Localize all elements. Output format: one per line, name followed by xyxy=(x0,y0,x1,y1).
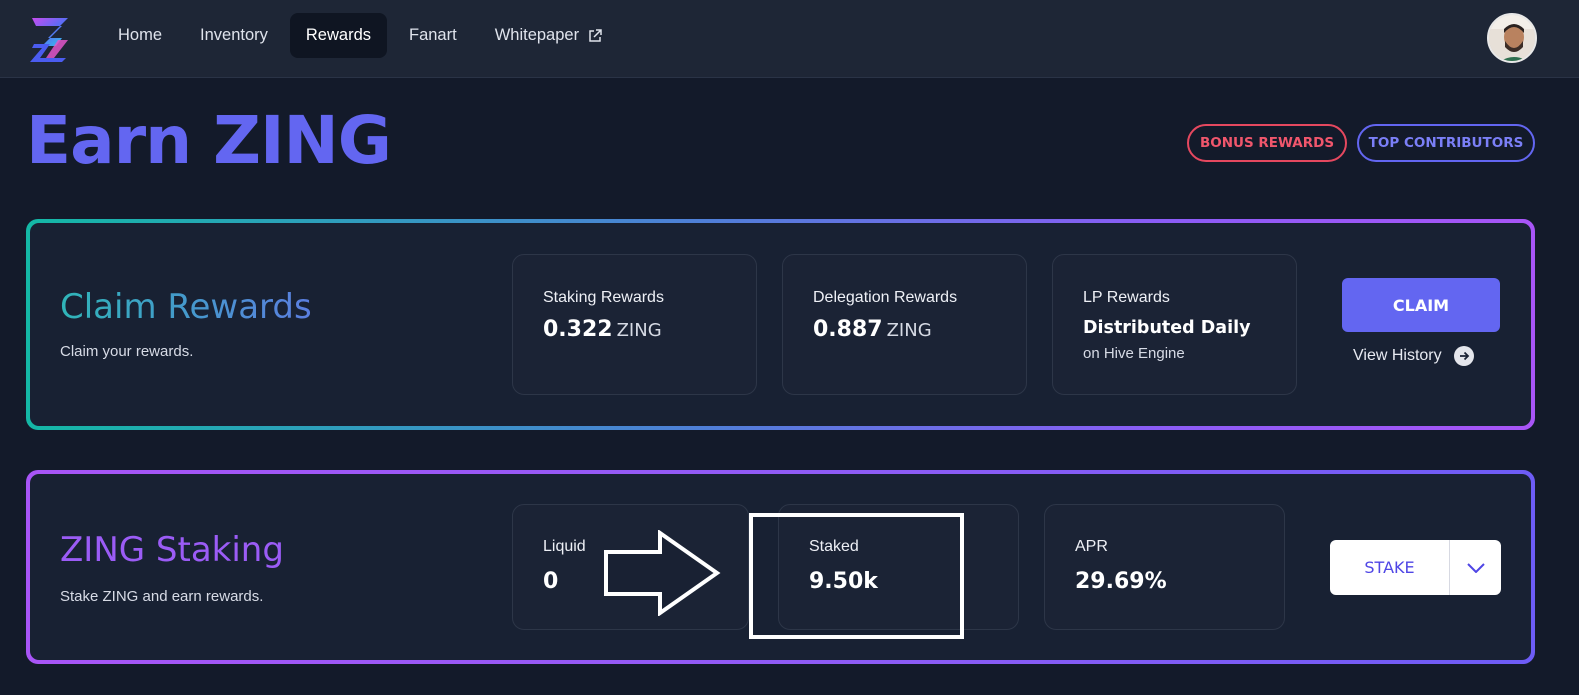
zing-logo-icon[interactable] xyxy=(28,14,72,62)
staked-value: 9.50k xyxy=(809,569,878,594)
nav-whitepaper-label: Whitepaper xyxy=(494,26,580,44)
claim-rewards-title: Claim Rewards xyxy=(60,287,312,327)
delegation-rewards-unit: ZING xyxy=(886,320,932,341)
delegation-rewards-card: Delegation Rewards 0.887 ZING xyxy=(782,254,1027,395)
staking-rewards-card: Staking Rewards 0.322 ZING xyxy=(512,254,757,395)
claim-rewards-subtitle: Claim your rewards. xyxy=(60,343,194,360)
nav-inventory-label: Inventory xyxy=(200,26,268,44)
top-contributors-button[interactable]: TOP CONTRIBUTORS xyxy=(1357,124,1535,162)
chevron-down-icon xyxy=(1466,562,1485,573)
lp-rewards-note: on Hive Engine xyxy=(1083,345,1185,362)
claim-rewards-panel: Claim Rewards Claim your rewards. Stakin… xyxy=(26,219,1535,430)
apr-value: 29.69% xyxy=(1075,569,1167,594)
stake-button[interactable]: STAKE xyxy=(1330,540,1450,595)
page-title: Earn ZING xyxy=(26,102,392,179)
nav-home[interactable]: Home xyxy=(102,13,178,58)
stake-button-group: STAKE xyxy=(1330,540,1501,595)
nav-whitepaper[interactable]: Whitepaper xyxy=(479,13,619,58)
lp-rewards-value: Distributed Daily xyxy=(1083,318,1251,338)
zing-staking-subtitle: Stake ZING and earn rewards. xyxy=(60,588,264,605)
top-navbar: Home Inventory Rewards Fanart Whitepaper xyxy=(0,0,1579,78)
external-link-icon xyxy=(589,28,602,42)
staking-rewards-unit: ZING xyxy=(616,320,662,341)
nav-fanart-label: Fanart xyxy=(409,26,457,44)
nav-rewards[interactable]: Rewards xyxy=(289,13,387,58)
view-history-label: View History xyxy=(1353,347,1442,364)
user-avatar[interactable] xyxy=(1487,13,1537,63)
staking-rewards-value: 0.322 ZING xyxy=(543,317,662,342)
apr-label: APR xyxy=(1075,538,1108,555)
nav-inventory[interactable]: Inventory xyxy=(184,13,284,58)
staking-rewards-amount: 0.322 xyxy=(543,317,613,342)
claim-rewards-panel-body: Claim Rewards Claim your rewards. Stakin… xyxy=(30,223,1531,426)
bonus-rewards-button[interactable]: BONUS REWARDS xyxy=(1187,124,1347,162)
stake-dropdown-toggle[interactable] xyxy=(1450,540,1501,595)
liquid-value: 0 xyxy=(543,569,559,594)
nav-fanart[interactable]: Fanart xyxy=(393,13,473,58)
claim-button[interactable]: CLAIM xyxy=(1342,278,1500,332)
staked-card: Staked 9.50k xyxy=(778,504,1019,630)
delegation-rewards-label: Delegation Rewards xyxy=(813,289,958,306)
staked-label: Staked xyxy=(809,538,859,555)
zing-staking-title: ZING Staking xyxy=(60,530,284,570)
view-history-link[interactable]: View History xyxy=(1353,345,1474,367)
liquid-label: Liquid xyxy=(543,538,586,555)
delegation-rewards-value: 0.887 ZING xyxy=(813,317,932,342)
lp-rewards-card: LP Rewards Distributed Daily on Hive Eng… xyxy=(1052,254,1297,395)
main-nav: Home Inventory Rewards Fanart Whitepaper xyxy=(102,13,619,58)
zing-staking-panel: ZING Staking Stake ZING and earn rewards… xyxy=(26,470,1535,664)
annotation-arrow-icon xyxy=(604,530,721,616)
apr-card: APR 29.69% xyxy=(1044,504,1285,630)
staking-rewards-label: Staking Rewards xyxy=(543,289,664,306)
delegation-rewards-amount: 0.887 xyxy=(813,317,883,342)
nav-home-label: Home xyxy=(118,26,163,44)
lp-rewards-label: LP Rewards xyxy=(1083,289,1170,306)
nav-rewards-label: Rewards xyxy=(305,26,371,44)
arrow-right-circle-icon xyxy=(1453,346,1474,366)
zing-staking-panel-body: ZING Staking Stake ZING and earn rewards… xyxy=(30,474,1531,660)
